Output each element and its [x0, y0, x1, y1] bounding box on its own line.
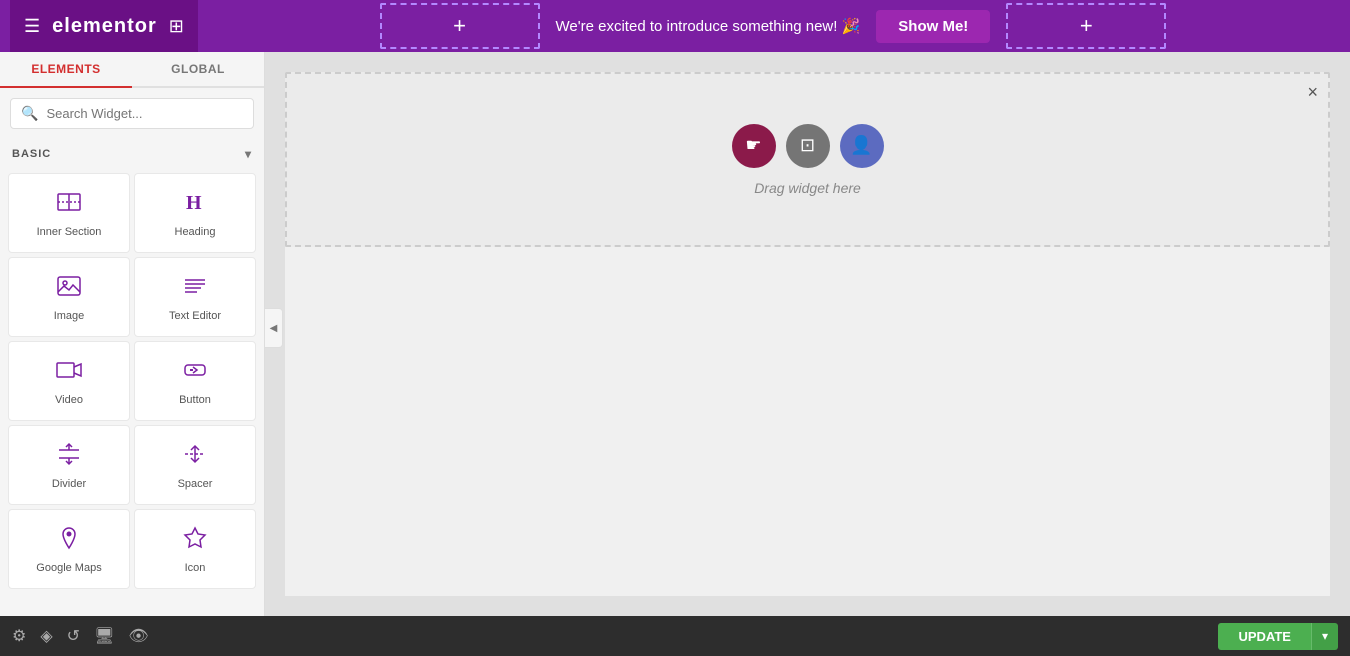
announcement-text: We're excited to introduce something new… [556, 17, 861, 35]
tab-elements[interactable]: ELEMENTS [0, 52, 132, 88]
elementor-logo: elementor [52, 15, 157, 38]
hamburger-icon[interactable]: ☰ [24, 16, 40, 37]
layout-icon: ⊡ [800, 135, 815, 156]
spacer-icon [181, 440, 209, 472]
show-me-button[interactable]: Show Me! [876, 10, 990, 43]
widget-video[interactable]: Video [8, 341, 130, 421]
search-icon: 🔍 [21, 105, 38, 122]
drag-widget-label: Drag widget here [754, 180, 861, 196]
widget-spacer[interactable]: Spacer [134, 425, 256, 505]
widget-video-label: Video [55, 394, 83, 406]
widget-grid: Inner Section H Heading Image [0, 169, 264, 593]
svg-text:H: H [186, 192, 202, 214]
widget-heading-label: Heading [175, 226, 216, 238]
widget-button[interactable]: Button [134, 341, 256, 421]
inner-section-icon [55, 188, 83, 220]
widget-icon-label: Icon [185, 562, 206, 574]
history-icon[interactable]: ↺ [67, 626, 80, 646]
widget-heading[interactable]: H Heading [134, 173, 256, 253]
widget-inner-section-label: Inner Section [37, 226, 102, 238]
section-basic-label: BASIC [12, 148, 51, 160]
canvas-template-button[interactable]: 👤 [840, 124, 884, 168]
canvas-drop-section: × ☛ ⊡ 👤 Drag widget here [285, 72, 1330, 247]
text-editor-icon [181, 272, 209, 304]
bottom-bar: ⚙ ◈ ↺ 🖥 👁 UPDATE ▾ [0, 616, 1350, 656]
widget-google-maps-label: Google Maps [36, 562, 101, 574]
widget-text-editor[interactable]: Text Editor [134, 257, 256, 337]
maps-icon [55, 524, 83, 556]
canvas-rest-area [285, 247, 1330, 596]
widget-divider-label: Divider [52, 478, 86, 490]
widget-divider[interactable]: Divider [8, 425, 130, 505]
settings-icon[interactable]: ⚙ [12, 626, 26, 646]
icon-icon [181, 524, 209, 556]
search-input[interactable] [46, 106, 243, 121]
add-section-button-left[interactable]: + [380, 3, 540, 49]
heading-icon: H [181, 188, 209, 220]
sidebar-tabs: ELEMENTS GLOBAL [0, 52, 264, 88]
top-bar-left: ☰ elementor ⊞ [10, 0, 198, 52]
widget-text-editor-label: Text Editor [169, 310, 221, 322]
search-bar: 🔍 [10, 98, 254, 129]
canvas-area: × ☛ ⊡ 👤 Drag widget here [265, 52, 1350, 616]
add-section-button-right[interactable]: + [1006, 3, 1166, 49]
grid-icon[interactable]: ⊞ [169, 16, 184, 37]
update-btn-group: UPDATE ▾ [1218, 623, 1338, 650]
video-icon [55, 356, 83, 388]
divider-icon [55, 440, 83, 472]
announcement-banner: We're excited to introduce something new… [556, 17, 861, 35]
section-header-basic: BASIC ▾ [0, 139, 264, 169]
update-button[interactable]: UPDATE [1218, 623, 1310, 650]
widget-inner-section[interactable]: Inner Section [8, 173, 130, 253]
top-bar: ☰ elementor ⊞ + We're excited to introdu… [0, 0, 1350, 52]
widget-icon[interactable]: Icon [134, 509, 256, 589]
template-icon: 👤 [850, 135, 872, 156]
tab-global[interactable]: GLOBAL [132, 52, 264, 86]
sidebar: ELEMENTS GLOBAL 🔍 BASIC ▾ Inner Section … [0, 52, 265, 616]
update-arrow-button[interactable]: ▾ [1311, 623, 1338, 650]
main-layout: ELEMENTS GLOBAL 🔍 BASIC ▾ Inner Section … [0, 52, 1350, 616]
chevron-down-icon[interactable]: ▾ [245, 147, 252, 161]
canvas-layout-button[interactable]: ⊡ [786, 124, 830, 168]
layers-icon[interactable]: ◈ [40, 626, 52, 646]
widget-image-label: Image [54, 310, 85, 322]
canvas-close-button[interactable]: × [1307, 82, 1318, 103]
canvas-pointer-button[interactable]: ☛ [732, 124, 776, 168]
preview-icon[interactable]: 👁 [128, 626, 148, 646]
responsive-icon[interactable]: 🖥 [94, 626, 114, 646]
collapse-sidebar-handle[interactable]: ◀ [265, 308, 283, 348]
widget-image[interactable]: Image [8, 257, 130, 337]
button-icon [181, 356, 209, 388]
widget-spacer-label: Spacer [178, 478, 213, 490]
widget-google-maps[interactable]: Google Maps [8, 509, 130, 589]
image-icon [55, 272, 83, 304]
top-bar-center: + We're excited to introduce something n… [206, 3, 1340, 49]
canvas-action-buttons: ☛ ⊡ 👤 [732, 124, 884, 168]
pointer-icon: ☛ [745, 135, 761, 156]
widget-button-label: Button [179, 394, 211, 406]
